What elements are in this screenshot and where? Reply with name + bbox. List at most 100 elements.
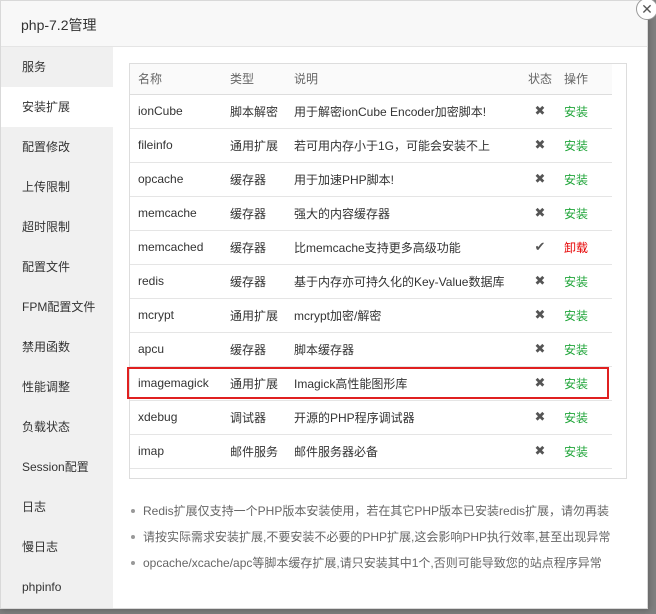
ext-desc-cell: 开源的PHP程序调试器	[286, 400, 520, 435]
ext-type-cell: 邮件服务	[222, 434, 286, 469]
install-link[interactable]: 安装	[564, 309, 588, 323]
ext-op-cell: 安装	[560, 298, 612, 333]
ext-type-cell: 通用扩展	[222, 366, 286, 401]
header-status: 状态	[520, 64, 560, 95]
ext-type-cell: 调试器	[222, 400, 286, 435]
dialog-titlebar: php-7.2管理	[1, 1, 647, 47]
note-text: Redis扩展仅支持一个PHP版本安装使用，若在其它PHP版本已安装redis扩…	[143, 504, 610, 518]
close-icon[interactable]: ✕	[636, 0, 656, 20]
table-row: opcache 缓存器 用于加速PHP脚本! ✖ 安装	[130, 162, 612, 197]
ext-name-cell: memcache	[130, 196, 222, 231]
table-row: xdebug 调试器 开源的PHP程序调试器 ✖ 安装	[130, 400, 612, 435]
php-manager-dialog: php-7.2管理 服务 安装扩展 配置修改 上传限制 超时限制 配置文件 FPM配置文件禁…	[0, 0, 648, 609]
ext-op-cell: 安装	[560, 162, 612, 197]
ext-name-cell: memcached	[130, 230, 222, 265]
table-row: apcu 缓存器 脚本缓存器 ✖ 安装	[130, 332, 612, 367]
sidebar-item[interactable]: FPM配置文件	[1, 287, 113, 327]
ext-name-cell: mcrypt	[130, 298, 222, 333]
ext-name-cell: redis	[130, 264, 222, 299]
ext-desc-cell: 强大的内容缓存器	[286, 196, 520, 231]
bullet-icon	[131, 535, 135, 539]
sidebar-item[interactable]: Session配置	[1, 447, 113, 487]
sidebar-item[interactable]: 性能调整	[1, 367, 113, 407]
ext-name-cell: opcache	[130, 162, 222, 197]
uninstall-link[interactable]: 卸载	[564, 241, 588, 255]
table-row: redis 缓存器 基于内存亦可持久化的Key-Value数据库 ✖ 安装	[130, 264, 612, 299]
sidebar-menu: 服务 安装扩展 配置修改 上传限制 超时限制 配置文件 FPM配置文件 禁用函数 性能调整 负载状…	[1, 47, 113, 608]
install-link[interactable]: 安装	[564, 207, 588, 221]
sidebar-item[interactable]: 服务	[1, 47, 113, 87]
ext-desc-cell: 用于解密ionCube Encoder加密脚本!	[286, 94, 520, 129]
status-installed-icon: ✔	[520, 230, 560, 265]
ext-op-cell: 安装	[560, 366, 612, 401]
ext-type-cell: 缓存器	[222, 196, 286, 231]
table-row: memcached 缓存器 比memcache支持更多高级功能 ✔ 卸载	[130, 230, 612, 265]
sidebar-item[interactable]: phpinfo	[1, 567, 113, 607]
table-row: imap 邮件服务 邮件服务器必备 ✖ 安装	[130, 434, 612, 469]
ext-type-cell: 缓存器	[222, 332, 286, 367]
ext-name-cell: imagemagick	[130, 366, 222, 401]
install-link[interactable]: 安装	[564, 343, 588, 357]
install-link[interactable]: 安装	[564, 411, 588, 425]
status-not-installed-icon: ✖	[520, 298, 560, 333]
status-not-installed-icon: ✖	[520, 162, 560, 197]
ext-desc-cell: 基于内存亦可持久化的Key-Value数据库	[286, 264, 520, 299]
table-row: mcrypt 通用扩展 mcrypt加密/解密 ✖ 安装	[130, 298, 612, 333]
install-link[interactable]: 安装	[564, 275, 588, 289]
ext-type-cell: 脚本解密	[222, 94, 286, 129]
install-link[interactable]: 安装	[564, 173, 588, 187]
ext-op-cell: 安装	[560, 264, 612, 299]
extensions-panel: 名称 类型 说明 状态 操作 ionCube 脚本解密 用于解密ionCube En…	[113, 47, 647, 608]
sidebar-item[interactable]: 禁用函数	[1, 327, 113, 367]
ext-op-cell: 卸载	[560, 230, 612, 265]
sidebar-item[interactable]: 上传限制	[1, 167, 113, 207]
status-not-installed-icon: ✖	[520, 434, 560, 469]
install-link[interactable]: 安装	[564, 377, 588, 391]
sidebar-item[interactable]: 慢日志	[1, 527, 113, 567]
status-not-installed-icon: ✖	[520, 332, 560, 367]
install-link[interactable]: 安装	[564, 105, 588, 119]
ext-desc-cell: mcrypt加密/解密	[286, 298, 520, 333]
note-item: Redis扩展仅支持一个PHP版本安装使用，若在其它PHP版本已安装redis扩…	[129, 503, 629, 529]
table-row: fileinfo 通用扩展 若可用内存小于1G，可能会安装不上 ✖ 安装	[130, 128, 612, 163]
ext-type-cell: 缓存器	[222, 230, 286, 265]
ext-name-cell: apcu	[130, 332, 222, 367]
install-link[interactable]: 安装	[564, 445, 588, 459]
ext-desc-cell: 比memcache支持更多高级功能	[286, 230, 520, 265]
ext-name-cell: fileinfo	[130, 128, 222, 163]
ext-desc-cell: Imagick高性能图形库	[286, 366, 520, 401]
notes-list: Redis扩展仅支持一个PHP版本安装使用，若在其它PHP版本已安装redis扩…	[129, 503, 629, 581]
sidebar-item[interactable]: 超时限制	[1, 207, 113, 247]
note-item: opcache/xcache/apc等脚本缓存扩展,请只安装其中1个,否则可能导…	[129, 555, 629, 581]
ext-name-cell: ionCube	[130, 94, 222, 129]
status-not-installed-icon: ✖	[520, 366, 560, 401]
sidebar-item[interactable]: 配置文件	[1, 247, 113, 287]
extensions-table: 名称 类型 说明 状态 操作 ionCube 脚本解密 用于解密ionCube En…	[130, 64, 612, 469]
status-not-installed-icon: ✖	[520, 264, 560, 299]
ext-op-cell: 安装	[560, 196, 612, 231]
sidebar-item[interactable]: 配置修改	[1, 127, 113, 167]
sidebar-item[interactable]: 安装扩展	[1, 87, 113, 127]
table-row: ionCube 脚本解密 用于解密ionCube Encoder加密脚本! ✖ 安装	[130, 94, 612, 129]
ext-desc-cell: 用于加速PHP脚本!	[286, 162, 520, 197]
sidebar-item[interactable]: 日志	[1, 487, 113, 527]
note-text: 请按实际需求安装扩展,不要安装不必要的PHP扩展,这会影响PHP执行效率,甚至出…	[143, 530, 611, 544]
bullet-icon	[131, 561, 135, 565]
note-text: opcache/xcache/apc等脚本缓存扩展,请只安装其中1个,否则可能导…	[143, 556, 602, 570]
install-link[interactable]: 安装	[564, 139, 588, 153]
table-header-row: 名称 类型 说明 状态 操作	[130, 64, 612, 95]
sidebar-item[interactable]: 负载状态	[1, 407, 113, 447]
ext-type-cell: 缓存器	[222, 162, 286, 197]
header-desc: 说明	[286, 64, 520, 95]
ext-type-cell: 通用扩展	[222, 298, 286, 333]
ext-name-cell: xdebug	[130, 400, 222, 435]
ext-op-cell: 安装	[560, 332, 612, 367]
dialog-title: php-7.2管理	[21, 17, 97, 33]
ext-op-cell: 安装	[560, 128, 612, 163]
header-type: 类型	[222, 64, 286, 95]
ext-op-cell: 安装	[560, 400, 612, 435]
status-not-installed-icon: ✖	[520, 196, 560, 231]
status-not-installed-icon: ✖	[520, 400, 560, 435]
note-item: 请按实际需求安装扩展,不要安装不必要的PHP扩展,这会影响PHP执行效率,甚至出…	[129, 529, 629, 555]
table-row: imagemagick 通用扩展 Imagick高性能图形库 ✖ 安装	[130, 366, 612, 401]
